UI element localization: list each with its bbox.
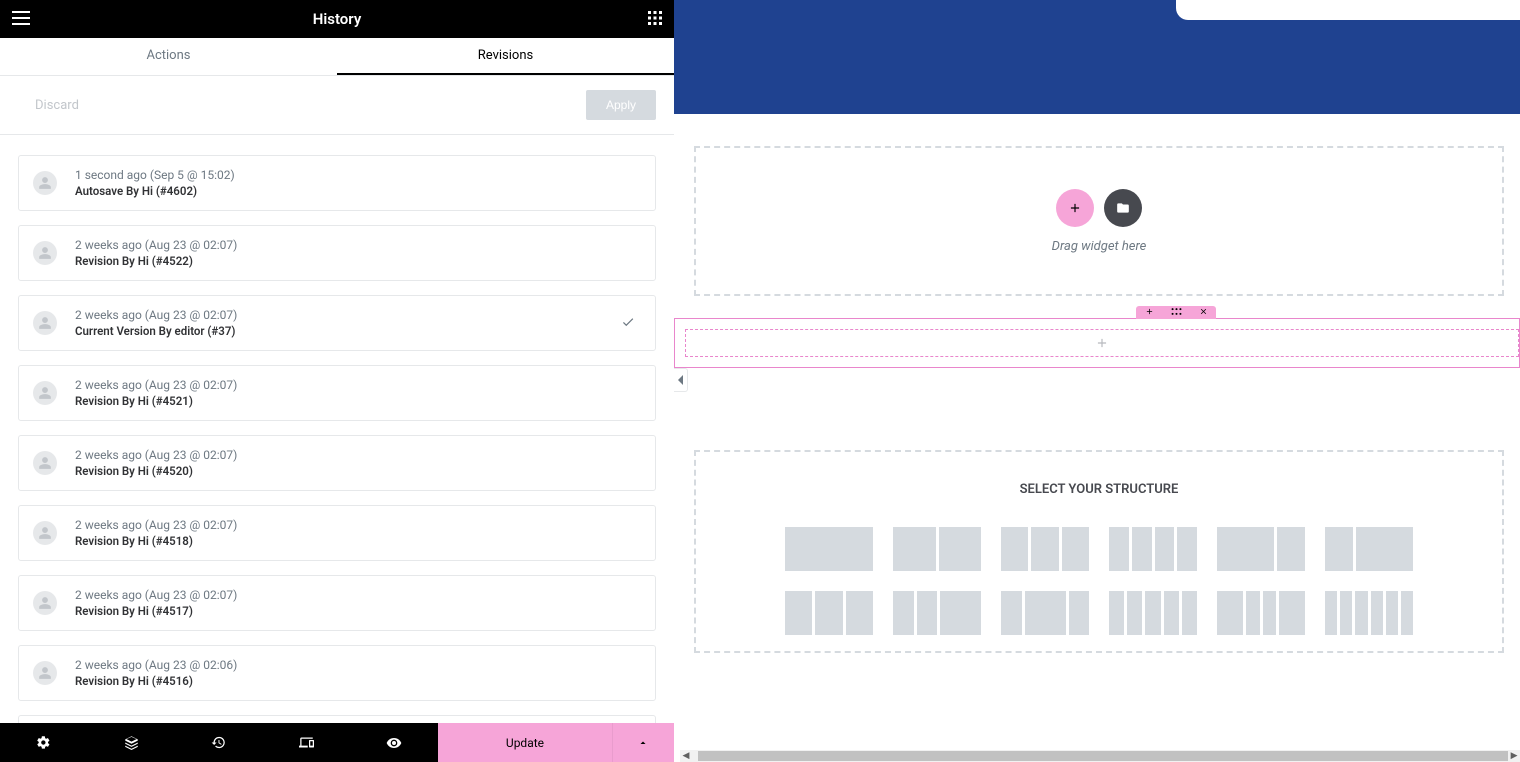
revision-item[interactable]: 2 weeks ago (Aug 23 @ 02:07) Current Vers… — [18, 295, 656, 351]
responsive-icon[interactable] — [263, 723, 351, 762]
avatar — [33, 451, 57, 475]
section-close-icon[interactable] — [1199, 307, 1208, 318]
avatar — [33, 661, 57, 685]
panel-collapse-handle[interactable] — [674, 368, 688, 392]
avatar — [33, 381, 57, 405]
history-panel: History Actions Revisions Discard Apply … — [0, 0, 674, 762]
scroll-right-arrow[interactable]: ▶ — [1508, 751, 1520, 761]
elements-grid-icon[interactable] — [648, 10, 662, 29]
panel-header: History — [0, 0, 674, 38]
discard-link[interactable]: Discard — [35, 98, 79, 113]
tab-revisions[interactable]: Revisions — [337, 38, 674, 75]
empty-section-dropzone[interactable]: Drag widget here — [694, 146, 1504, 296]
update-button[interactable]: Update — [438, 723, 612, 762]
revision-desc: Autosave By Hi (#4602) — [75, 184, 235, 198]
structure-option[interactable] — [1109, 527, 1197, 571]
page-preview[interactable]: Drag widget here SELECT YOUR STRUCTURE ◀… — [674, 0, 1520, 762]
settings-icon[interactable] — [0, 723, 88, 762]
revision-desc: Revision By Hi (#4521) — [75, 394, 237, 408]
white-corner — [1176, 0, 1520, 20]
revision-item[interactable]: 2 weeks ago (Aug 23 @ 02:07) Revision By … — [18, 575, 656, 631]
structure-option[interactable] — [893, 527, 981, 571]
structure-title: SELECT YOUR STRUCTURE — [736, 482, 1462, 497]
discard-apply-bar: Discard Apply — [0, 76, 674, 135]
menu-icon[interactable] — [12, 10, 30, 29]
apply-button[interactable]: Apply — [586, 90, 656, 120]
hero-banner — [674, 0, 1520, 114]
preview-icon[interactable] — [350, 723, 438, 762]
revision-item[interactable]: 2 weeks ago (Aug 23 @ 02:07) Revision By … — [18, 225, 656, 281]
horizontal-scrollbar[interactable]: ◀ ▶ — [680, 750, 1520, 762]
section-add-icon[interactable] — [1145, 307, 1154, 318]
section-drag-icon[interactable] — [1171, 307, 1182, 318]
scrollbar-thumb[interactable] — [698, 751, 1508, 761]
panel-title: History — [0, 10, 674, 28]
bottom-toolbar: Update — [0, 723, 674, 762]
revision-item[interactable]: 2 weeks ago (Aug 23 @ 02:06)Revision By … — [18, 715, 656, 723]
navigator-icon[interactable] — [88, 723, 176, 762]
structure-option[interactable] — [1325, 527, 1413, 571]
structure-option[interactable] — [785, 591, 873, 635]
revision-time: 2 weeks ago (Aug 23 @ 02:07) — [75, 518, 237, 532]
update-options-button[interactable] — [612, 723, 674, 762]
structure-grid — [736, 527, 1462, 635]
structure-option[interactable] — [785, 527, 873, 571]
revisions-list[interactable]: 1 second ago (Sep 5 @ 15:02) Autosave By … — [0, 135, 674, 723]
avatar — [33, 241, 57, 265]
structure-option[interactable] — [1217, 591, 1305, 635]
avatar — [33, 171, 57, 195]
revision-desc: Revision By Hi (#4520) — [75, 464, 237, 478]
structure-option[interactable] — [1001, 591, 1089, 635]
avatar — [33, 311, 57, 335]
revision-item[interactable]: 2 weeks ago (Aug 23 @ 02:07) Revision By … — [18, 365, 656, 421]
revision-item[interactable]: 2 weeks ago (Aug 23 @ 02:07) Revision By … — [18, 505, 656, 561]
add-section-button[interactable] — [1056, 189, 1094, 227]
tab-actions[interactable]: Actions — [0, 38, 337, 75]
check-icon — [621, 314, 635, 333]
add-template-button[interactable] — [1104, 189, 1142, 227]
drag-hint-text: Drag widget here — [1052, 239, 1147, 254]
column-add-widget[interactable] — [685, 329, 1519, 357]
structure-option[interactable] — [1109, 591, 1197, 635]
revision-item[interactable]: 2 weeks ago (Aug 23 @ 02:07) Revision By … — [18, 435, 656, 491]
revision-time: 2 weeks ago (Aug 23 @ 02:06) — [75, 658, 237, 672]
structure-option[interactable] — [1001, 527, 1089, 571]
avatar — [33, 591, 57, 615]
avatar — [33, 521, 57, 545]
revision-desc: Revision By Hi (#4517) — [75, 604, 237, 618]
revision-desc: Revision By Hi (#4518) — [75, 534, 237, 548]
history-icon[interactable] — [175, 723, 263, 762]
revision-desc: Revision By Hi (#4522) — [75, 254, 237, 268]
revision-time: 1 second ago (Sep 5 @ 15:02) — [75, 168, 235, 182]
revision-time: 2 weeks ago (Aug 23 @ 02:07) — [75, 588, 237, 602]
revision-desc: Revision By Hi (#4516) — [75, 674, 237, 688]
revision-time: 2 weeks ago (Aug 23 @ 02:07) — [75, 448, 237, 462]
panel-tabs: Actions Revisions — [0, 38, 674, 76]
structure-option[interactable] — [893, 591, 981, 635]
revision-desc: Current Version By editor (#37) — [75, 324, 237, 338]
revision-item[interactable]: 1 second ago (Sep 5 @ 15:02) Autosave By … — [18, 155, 656, 211]
structure-chooser: SELECT YOUR STRUCTURE — [694, 450, 1504, 653]
scroll-left-arrow[interactable]: ◀ — [680, 751, 692, 761]
revision-item[interactable]: 2 weeks ago (Aug 23 @ 02:06) Revision By … — [18, 645, 656, 701]
revision-time: 2 weeks ago (Aug 23 @ 02:07) — [75, 308, 237, 322]
structure-option[interactable] — [1217, 527, 1305, 571]
structure-option[interactable] — [1325, 591, 1413, 635]
add-section-buttons — [1056, 189, 1142, 227]
revision-time: 2 weeks ago (Aug 23 @ 02:07) — [75, 238, 237, 252]
section-handle-tab — [1136, 306, 1216, 319]
revision-time: 2 weeks ago (Aug 23 @ 02:07) — [75, 378, 237, 392]
selected-section[interactable] — [674, 318, 1520, 368]
